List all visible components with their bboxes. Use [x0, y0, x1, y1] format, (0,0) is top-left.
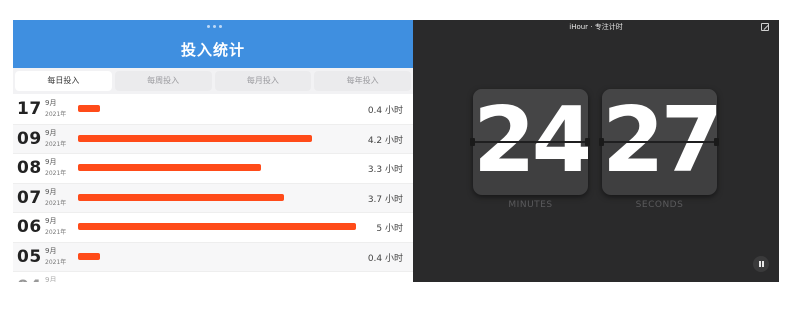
timer-panel: iHour · 专注计时 24 27 MINUTES SECONDS [413, 20, 779, 282]
hours-bar [78, 134, 312, 142]
hours-bar [78, 164, 261, 171]
stats-panel: 投入统计 每日投入 每周投入 每月投入 每年投入 17 9月 2021年 0.4… [13, 20, 413, 282]
hours-value: 5 小时 [376, 224, 403, 234]
year-label: 2021年 [45, 140, 67, 148]
hours-bar [78, 105, 100, 112]
hours-bar [78, 252, 100, 260]
hinge-right [714, 138, 719, 146]
year-label: 2021年 [45, 111, 67, 118]
year-label: 2021年 [45, 229, 67, 236]
list-item[interactable]: 06 9月 2021年 5 小时 [13, 213, 413, 243]
edit-icon[interactable] [761, 23, 769, 31]
tab-daily[interactable]: 每日投入 [15, 71, 112, 91]
flip-seam [473, 141, 588, 143]
month-label: 9月 [45, 128, 57, 137]
hours-value: 3.3 小时 [367, 165, 403, 175]
stats-header: 投入统计 [13, 20, 413, 68]
year-label: 2021年 [45, 258, 67, 266]
day-number: 09 [17, 128, 42, 149]
month-label: 9月 [45, 99, 57, 107]
app-title: iHour · 专注计时 [569, 23, 623, 31]
list-item[interactable]: 07 9月 2021年 3.7 小时 [13, 183, 413, 213]
list-item[interactable]: 04 9月 [13, 272, 413, 282]
list-item[interactable]: 09 9月 2021年 4.2 小时 [13, 124, 413, 154]
minutes-label: MINUTES [508, 200, 553, 210]
list-item[interactable]: 17 9月 2021年 0.4 小时 [13, 95, 413, 125]
hours-value: 4.2 小时 [367, 135, 403, 146]
month-label: 9月 [45, 276, 57, 282]
more-dots-icon[interactable] [199, 24, 229, 30]
year-label: 2021年 [45, 170, 67, 177]
seconds-card: 27 [602, 89, 717, 195]
tab-monthly[interactable]: 每月投入 [214, 71, 312, 91]
hours-value: 3.7 小时 [367, 194, 403, 205]
hours-value: 0.4 小时 [367, 106, 403, 116]
pause-icon[interactable] [753, 256, 769, 272]
hours-value: 0.4 小时 [367, 253, 403, 264]
month-label: 9月 [45, 187, 57, 196]
month-label: 9月 [45, 246, 57, 255]
day-number: 06 [17, 217, 42, 237]
flip-seam [602, 141, 717, 143]
seconds-label: SECONDS [635, 200, 684, 210]
day-number: 17 [17, 99, 42, 119]
daily-list: 17 9月 2021年 0.4 小时 09 9月 2021年 4.2 小时 08… [13, 95, 413, 282]
period-tabs: 每日投入 每周投入 每月投入 每年投入 [13, 68, 413, 94]
day-number: 07 [17, 187, 42, 208]
page-title: 投入统计 [180, 41, 245, 59]
tab-weekly[interactable]: 每周投入 [114, 71, 212, 91]
month-label: 9月 [45, 158, 57, 166]
list-item[interactable]: 05 9月 2021年 0.4 小时 [13, 242, 413, 272]
hinge-mid-right [599, 138, 604, 146]
minutes-card: 24 [473, 89, 588, 195]
hinge-left [470, 138, 475, 146]
tab-yearly[interactable]: 每年投入 [314, 71, 411, 91]
day-number: 04 [17, 277, 42, 282]
hours-bar [78, 193, 284, 201]
hours-bar [78, 223, 356, 230]
day-number: 08 [17, 158, 42, 178]
list-item[interactable]: 08 9月 2021年 3.3 小时 [13, 154, 413, 184]
month-label: 9月 [45, 217, 57, 225]
hinge-mid-left [585, 138, 590, 146]
year-label: 2021年 [45, 199, 67, 207]
day-number: 05 [17, 246, 42, 267]
